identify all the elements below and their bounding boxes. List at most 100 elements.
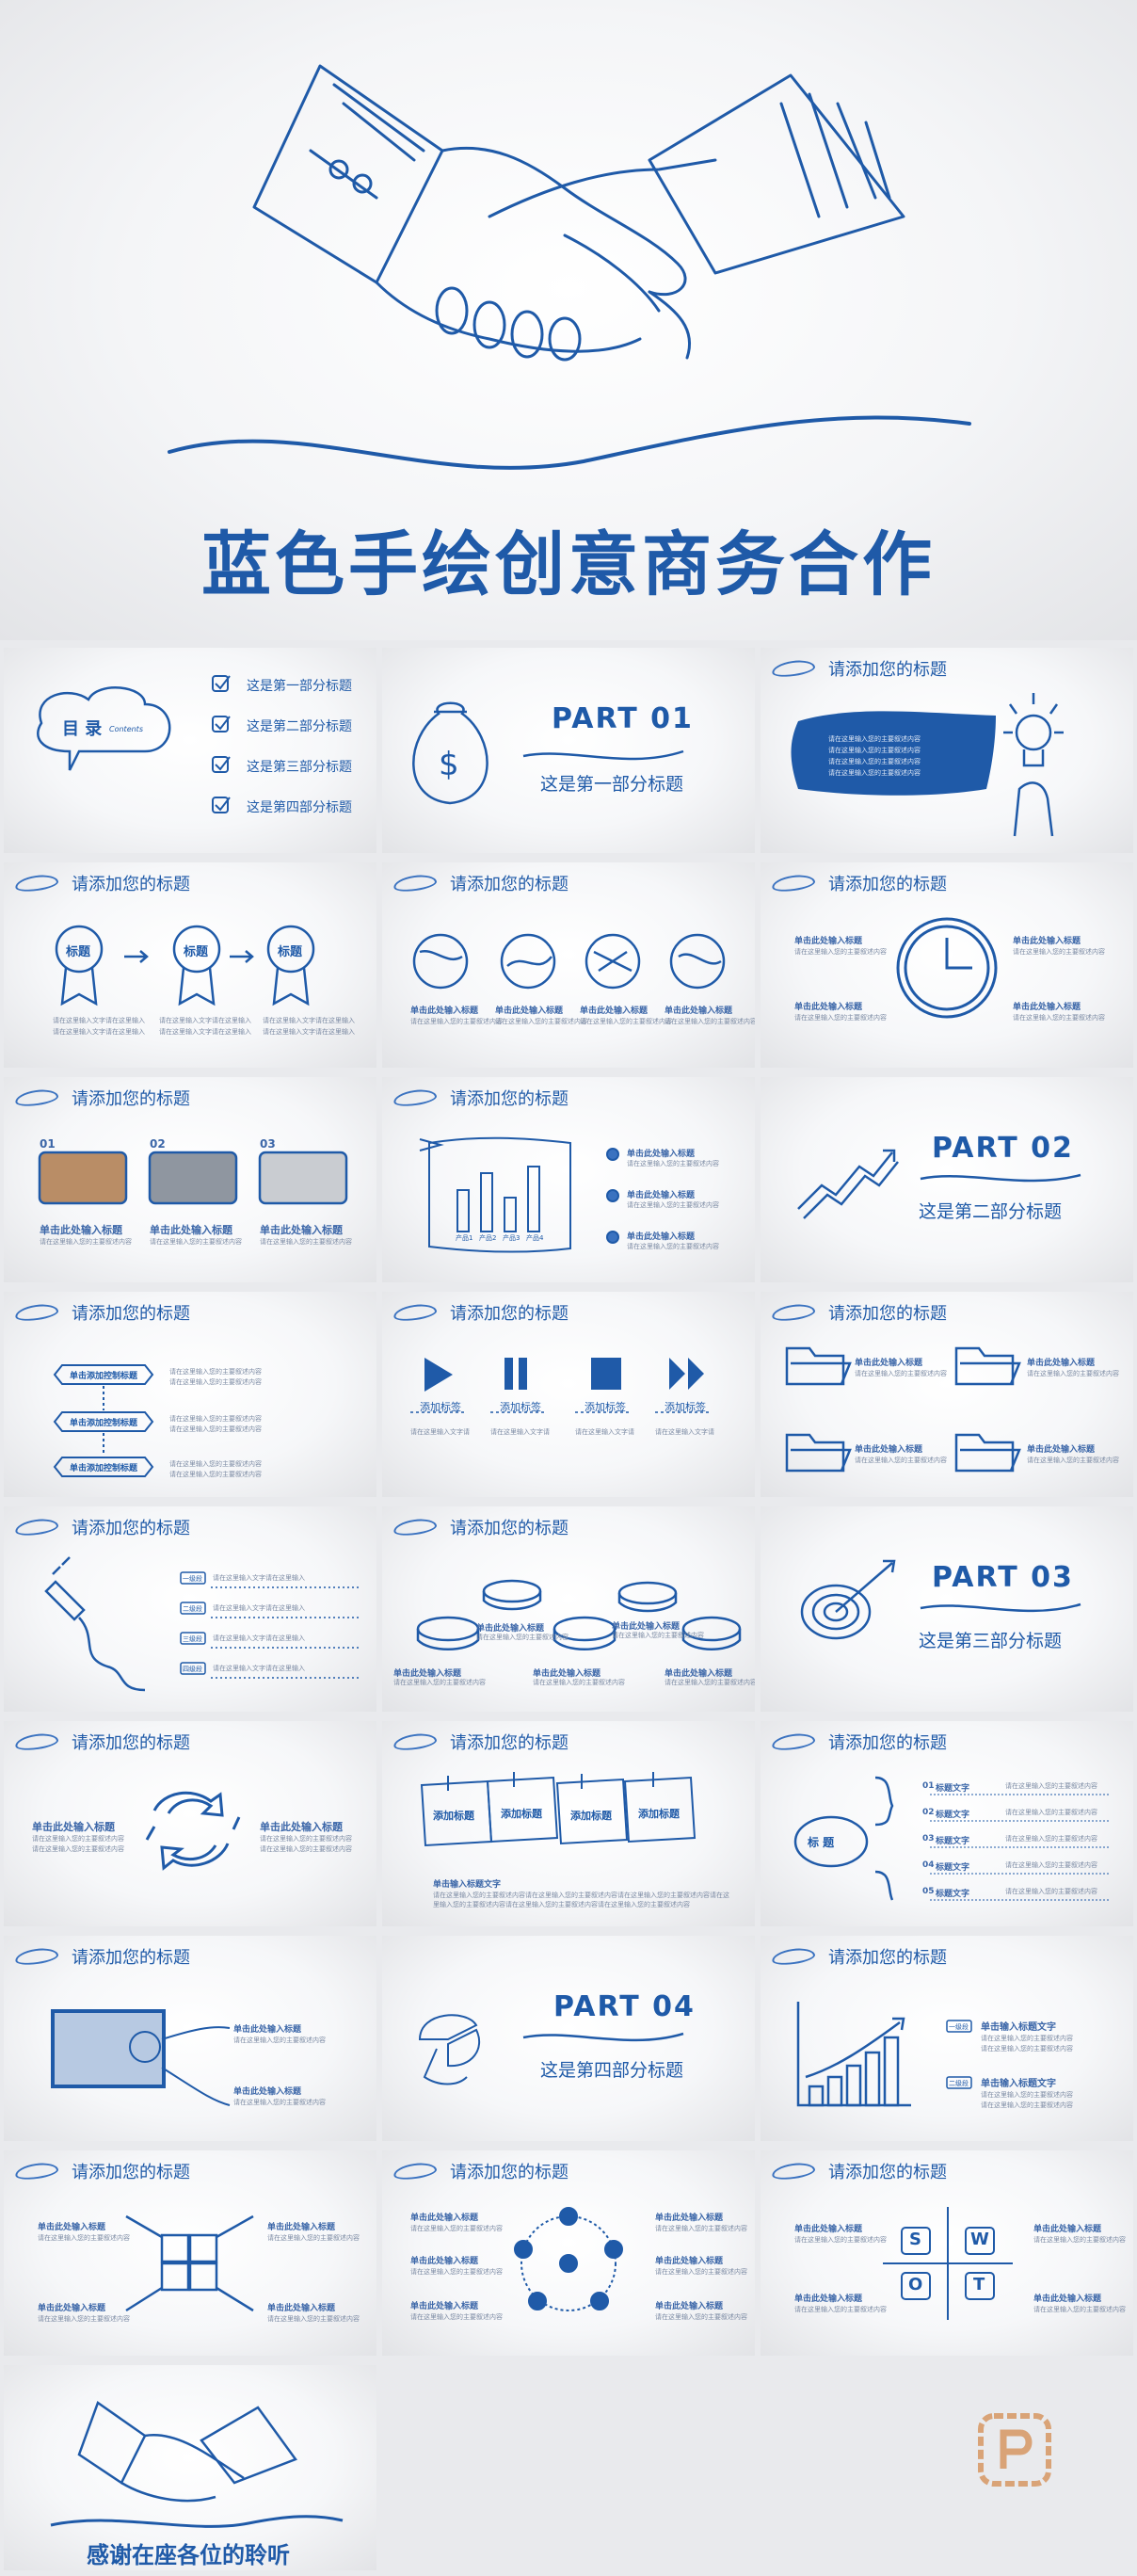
slide-photo-frame[interactable]: 请添加您的标题 单击此处输入标题 请在这里输入您的主要叙述内容 单击此处输入标题…	[4, 1936, 376, 2141]
note-subtitle[interactable]: 单击输入标题文字	[433, 1877, 501, 1890]
slide-badges[interactable]: 请添加您的标题 标题 标题 标题 请在这里输入文字请在这里输入 请在这里输入文字…	[4, 862, 376, 1068]
folder-title[interactable]: 单击此处输入标题	[855, 1356, 922, 1368]
slide-toc[interactable]: 目 录 Contents 这是第一部分标题 这是第二部分标题 这是第三部分标题 …	[4, 648, 376, 853]
slide-puzzle[interactable]: 请添加您的标题 单击此处输入标题 请在这里输入您的主要叙述内容 单击此处输入标题…	[4, 2150, 376, 2356]
media-label[interactable]: 添加标签	[585, 1399, 626, 1414]
flow-label[interactable]: 单击添加控制标题	[70, 1416, 137, 1428]
slide-swot[interactable]: 请添加您的标题 S W O T 单击此处输入标题 请在这里输入您的主要叙述内容 …	[761, 2150, 1133, 2356]
list-title[interactable]: 标题文字	[936, 1781, 969, 1794]
people-title[interactable]: 单击此处输入标题	[410, 2211, 478, 2223]
swot-title[interactable]: 单击此处输入标题	[1033, 2292, 1101, 2304]
slide-part-04[interactable]: PART 04 这是第四部分标题	[382, 1936, 755, 2141]
media-text: 请在这里输入文字请	[410, 1428, 470, 1436]
globe-title[interactable]: 单击此处输入标题	[665, 1004, 732, 1016]
photo-image	[38, 1151, 128, 1205]
puzzle-title[interactable]: 单击此处输入标题	[267, 2220, 335, 2232]
side-title[interactable]: 单击此处输入标题	[627, 1147, 695, 1159]
media-label[interactable]: 添加标签	[500, 1399, 541, 1414]
folder-text: 请在这里输入您的主要叙述内容	[1027, 1370, 1119, 1377]
slide-notes[interactable]: 请添加您的标题 添加标题 添加标题 添加标题 添加标题 单击输入标题文字 请在这…	[382, 1721, 755, 1926]
photo-title[interactable]: 单击此处输入标题	[260, 1222, 343, 1237]
people-title[interactable]: 单击此处输入标题	[655, 2211, 723, 2223]
slide-folders[interactable]: 请添加您的标题 单击此处输入标题 请在这里输入您的主要叙述内容 单击此处输入标题…	[761, 1292, 1133, 1497]
slide-globes[interactable]: 请添加您的标题 单击此处输入标题 请在这里输入您的主要叙述内容 单击此处输入标题…	[382, 862, 755, 1068]
list-title[interactable]: 标题文字	[936, 1887, 969, 1899]
sub-tag: 二级段	[949, 2080, 969, 2087]
growth-title[interactable]: 单击输入标题文字	[981, 2075, 1056, 2089]
people-title[interactable]: 单击此处输入标题	[410, 2299, 478, 2311]
list-title[interactable]: 标题文字	[936, 1808, 969, 1820]
swot-letter: S	[909, 2230, 921, 2249]
clock-title[interactable]: 单击此处输入标题	[794, 934, 862, 946]
cycle-title[interactable]: 单击此处输入标题	[260, 1819, 343, 1834]
slide-clock[interactable]: 请添加您的标题 单击此处输入标题 请在这里输入您的主要叙述内容 单击此处输入标题…	[761, 862, 1133, 1068]
slide-list[interactable]: 请添加您的标题 标 题 01 标题文字 请在这里输入您的主要叙述内容 02 标题…	[761, 1721, 1133, 1926]
people-title[interactable]: 单击此处输入标题	[655, 2254, 723, 2266]
slide-media-icons[interactable]: 请添加您的标题 添加标签 添加标签 添加标签 添加标签 请在这里输入文字请 请在…	[382, 1292, 755, 1497]
toc-item[interactable]: 这是第四部分标题	[247, 797, 352, 816]
toc-item[interactable]: 这是第一部分标题	[247, 676, 352, 695]
slide-brush-bulb[interactable]: 请添加您的标题 请在这里输入您的主要叙述内容 请在这里输入您的主要叙述内容 请在…	[761, 648, 1133, 853]
swot-title[interactable]: 单击此处输入标题	[794, 2292, 862, 2304]
note-title[interactable]: 添加标题	[433, 1808, 474, 1823]
slide-part-02[interactable]: PART 02 这是第二部分标题	[761, 1077, 1133, 1282]
globe-title[interactable]: 单击此处输入标题	[580, 1004, 648, 1016]
pause-icon	[504, 1358, 513, 1390]
side-title[interactable]: 单击此处输入标题	[627, 1230, 695, 1242]
puzzle-title[interactable]: 单击此处输入标题	[38, 2220, 105, 2232]
globe-title[interactable]: 单击此处输入标题	[495, 1004, 563, 1016]
note-title[interactable]: 添加标题	[570, 1808, 612, 1823]
globe-title[interactable]: 单击此处输入标题	[410, 1004, 478, 1016]
growth-title[interactable]: 单击输入标题文字	[981, 2019, 1056, 2033]
clock-title[interactable]: 单击此处输入标题	[1013, 934, 1081, 946]
slide-plug[interactable]: 请添加您的标题 一级段 二级段 三级段 四级段 请在这里输入文字请在这里输入 请…	[4, 1506, 376, 1712]
note-title[interactable]: 添加标题	[638, 1806, 680, 1821]
media-label[interactable]: 添加标签	[420, 1399, 461, 1414]
flow-text: 请在这里输入您的主要叙述内容	[169, 1460, 262, 1468]
folder-title[interactable]: 单击此处输入标题	[855, 1442, 922, 1455]
slide-part-01[interactable]: $ PART 01 这是第一部分标题	[382, 648, 755, 853]
frame-title[interactable]: 单击此处输入标题	[233, 2022, 301, 2035]
swot-title[interactable]: 单击此处输入标题	[794, 2222, 862, 2234]
slide-pies[interactable]: 请添加您的标题 单击此处输入标题 请在这里输入您的主要叙述内容 单击此处输入标题…	[382, 1506, 755, 1712]
folder-title[interactable]: 单击此处输入标题	[1027, 1442, 1095, 1455]
clock-title[interactable]: 单击此处输入标题	[1013, 1000, 1081, 1012]
side-text: 请在这里输入您的主要叙述内容	[627, 1243, 719, 1250]
toc-item[interactable]: 这是第二部分标题	[247, 716, 352, 735]
folder-text: 请在这里输入您的主要叙述内容	[855, 1370, 947, 1377]
list-title[interactable]: 标题文字	[936, 1834, 969, 1846]
slide-flow[interactable]: 请添加您的标题 单击添加控制标题 单击添加控制标题 单击添加控制标题 请在这里输…	[4, 1292, 376, 1497]
side-title[interactable]: 单击此处输入标题	[627, 1188, 695, 1200]
frame-title[interactable]: 单击此处输入标题	[233, 2085, 301, 2097]
slide-ending[interactable]: 感谢在座各位的聆听	[4, 2365, 376, 2570]
folder-title[interactable]: 单击此处输入标题	[1027, 1356, 1095, 1368]
swot-title[interactable]: 单击此处输入标题	[1033, 2222, 1101, 2234]
photo-image	[148, 1151, 238, 1205]
people-title[interactable]: 单击此处输入标题	[655, 2299, 723, 2311]
slide-part-03[interactable]: PART 03 这是第三部分标题	[761, 1506, 1133, 1712]
photo-title[interactable]: 单击此处输入标题	[40, 1222, 122, 1237]
media-label[interactable]: 添加标签	[665, 1399, 706, 1414]
slide-people[interactable]: 请添加您的标题 单击此处输入标题 请在这里输入您的主要叙述内容 单击此处输入标题…	[382, 2150, 755, 2356]
flow-label[interactable]: 单击添加控制标题	[70, 1461, 137, 1473]
note-title[interactable]: 添加标题	[501, 1806, 542, 1821]
clock-title[interactable]: 单击此处输入标题	[794, 1000, 862, 1012]
flow-label[interactable]: 单击添加控制标题	[70, 1369, 137, 1381]
cycle-title[interactable]: 单击此处输入标题	[32, 1819, 115, 1834]
growth-text: 请在这里输入您的主要叙述内容	[981, 2045, 1073, 2053]
puzzle-title[interactable]: 单击此处输入标题	[38, 2301, 105, 2313]
toc-item[interactable]: 这是第三部分标题	[247, 757, 352, 776]
slide-growth-chart[interactable]: 请添加您的标题 一级段 二级段 单击输入标题文字 请在这里输入您的主要叙述内容 …	[761, 1936, 1133, 2141]
globe-text: 请在这里输入您的主要叙述内容	[495, 1018, 587, 1025]
slide-photos[interactable]: 请添加您的标题 01 02 03 单击此处输入标题 请在这里输入您的主要叙述内容…	[4, 1077, 376, 1282]
list-num: 02	[922, 1808, 935, 1817]
pie-icon	[617, 1581, 678, 1605]
photo-title[interactable]: 单击此处输入标题	[150, 1222, 232, 1237]
puzzle-title[interactable]: 单击此处输入标题	[267, 2301, 335, 2313]
people-title[interactable]: 单击此处输入标题	[410, 2254, 478, 2266]
list-title[interactable]: 标题文字	[936, 1860, 969, 1873]
slide-bar-sketch[interactable]: 请添加您的标题 产品1 产品2 产品3 产品4 单击此处输入标题 请在这里输入您…	[382, 1077, 755, 1282]
slide-cycle[interactable]: 请添加您的标题 单击此处输入标题 请在这里输入您的主要叙述内容 请在这里输入您的…	[4, 1721, 376, 1926]
people-text: 请在这里输入您的主要叙述内容	[655, 2313, 747, 2321]
step-tag: 二级段	[183, 1605, 202, 1613]
